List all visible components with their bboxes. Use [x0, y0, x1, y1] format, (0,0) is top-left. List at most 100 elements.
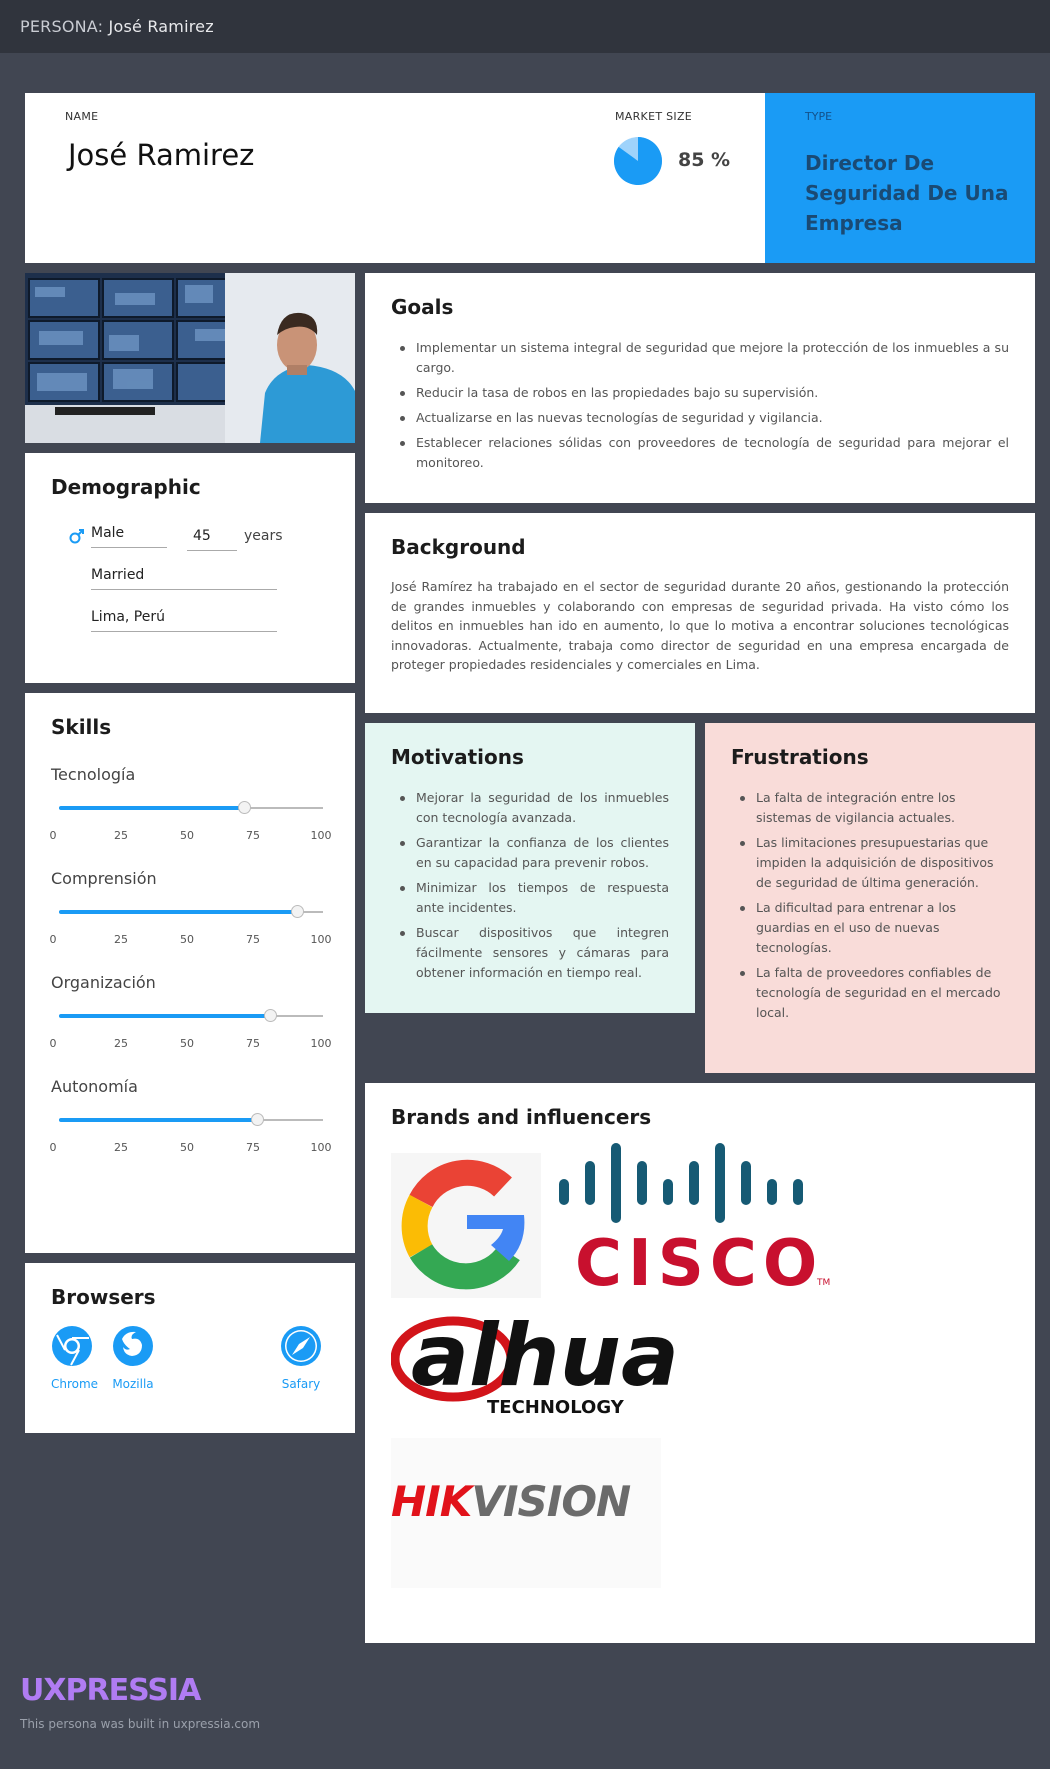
slider-fill — [59, 910, 297, 914]
safari-icon — [281, 1326, 321, 1366]
browser-safari: Safary — [279, 1325, 323, 1391]
market-size-value: 85 % — [678, 149, 731, 171]
list-item: Buscar dispositivos que integren fácilme… — [391, 923, 669, 983]
slider-fill — [59, 806, 244, 810]
type-label: TYPE — [805, 110, 833, 123]
browsers-title: Browsers — [51, 1285, 156, 1309]
browser-chrome: Chrome — [51, 1325, 99, 1391]
slider-ticks: 0 25 50 75 100 — [49, 1141, 332, 1155]
age-value: 45 — [193, 528, 211, 544]
market-size-label: MARKET SIZE — [615, 110, 693, 123]
cisco-logo: CISCO TM — [559, 1143, 830, 1293]
browsers-card: Browsers Chrome Mozilla Safary — [25, 1263, 355, 1433]
gender-value: Male — [91, 525, 125, 541]
location-value: Lima, Perú — [91, 609, 165, 625]
marital-status-value: Married — [91, 567, 145, 583]
chrome-icon — [52, 1326, 92, 1366]
skill-slider: Autonomía 0 25 50 75 100 — [50, 1077, 332, 1154]
browser-mozilla: Mozilla — [109, 1325, 157, 1391]
age-field[interactable]: 45 — [187, 528, 237, 551]
slider-ticks: 0 25 50 75 100 — [50, 829, 332, 843]
skill-slider: Organización 0 25 50 75 100 — [50, 973, 332, 1050]
location-field[interactable]: Lima, Perú — [91, 609, 277, 632]
list-item: Establecer relaciones sólidas con provee… — [391, 433, 1009, 473]
persona-full-name: José Ramirez — [68, 138, 255, 172]
tick-label: 25 — [114, 1037, 128, 1050]
svg-text:HIKVISION: HIKVISION — [391, 1477, 631, 1526]
slider-ticks: 0 25 50 75 100 — [49, 933, 332, 947]
skill-name: Tecnología — [51, 765, 136, 784]
list-item: Reducir la tasa de robos en las propieda… — [391, 383, 1009, 403]
list-item: Mejorar la seguridad de los inmuebles co… — [391, 788, 669, 828]
slider-handle[interactable] — [290, 905, 304, 918]
skill-name: Organización — [51, 973, 156, 992]
list-item: Actualizarse en las nuevas tecnologías d… — [391, 408, 1009, 428]
slider-track[interactable] — [59, 1113, 323, 1126]
hikvision-logo: HIKVISION — [391, 1438, 661, 1588]
dahua-logo: alhua TECHNOLOGY — [391, 1307, 679, 1417]
slider-handle[interactable] — [237, 801, 251, 814]
skill-name: Autonomía — [51, 1077, 138, 1096]
tick-label: 100 — [310, 1141, 332, 1154]
skills-card: Skills Tecnología 0 25 50 75 100 Comprensión 0 2… — [25, 693, 355, 1253]
browser-label: Safary — [281, 1377, 321, 1391]
motivations-title: Motivations — [391, 745, 524, 769]
uxpressia-logo[interactable]: UXPRESSIA — [20, 1673, 201, 1708]
skill-name: Comprensión — [51, 869, 157, 888]
browser-label: Chrome — [51, 1377, 99, 1391]
list-item: La dificultad para entrenar a los guardi… — [731, 898, 1009, 958]
brands-title: Brands and influencers — [391, 1105, 652, 1129]
market-size-pie — [614, 137, 662, 185]
slider-handle[interactable] — [251, 1113, 264, 1126]
svg-text:TECHNOLOGY: TECHNOLOGY — [487, 1397, 625, 1417]
tick-label: 25 — [114, 933, 128, 946]
tick-label: 25 — [114, 1141, 128, 1154]
list-item: La falta de integración entre los sistem… — [731, 788, 1009, 828]
firefox-icon — [113, 1326, 153, 1366]
slider-track[interactable] — [59, 905, 323, 918]
background-title: Background — [391, 535, 526, 559]
marital-status-field[interactable]: Married — [91, 567, 277, 590]
persona-name: José Ramirez — [108, 17, 214, 36]
demographic-title: Demographic — [51, 475, 201, 499]
persona-photo — [25, 273, 355, 443]
frustrations-list: La falta de integración entre los sistem… — [731, 788, 1009, 1028]
slider-ticks: 0 25 50 75 100 — [49, 1037, 332, 1051]
tick-label: 50 — [180, 933, 194, 946]
tick-label: 100 — [310, 933, 332, 946]
svg-text:alhua: alhua — [411, 1307, 679, 1406]
slider-track[interactable] — [59, 801, 323, 814]
browser-label: Mozilla — [112, 1377, 154, 1391]
list-item: Las limitaciones presupuestarias que imp… — [731, 833, 1009, 893]
tick-label: 0 — [49, 933, 57, 946]
frustrations-card: Frustrations La falta de integración ent… — [705, 723, 1035, 1073]
goals-title: Goals — [391, 295, 454, 319]
slider-fill — [59, 1014, 271, 1018]
skills-title: Skills — [51, 715, 112, 739]
tick-label: 50 — [180, 1141, 194, 1154]
type-value: Director De Seguridad De Una Empresa — [805, 151, 1009, 235]
slider-track[interactable] — [59, 1009, 323, 1022]
motivations-card: Motivations Mejorar la seguridad de los … — [365, 723, 695, 1013]
brands-card: Brands and influencers CISCO TM alhua TE — [365, 1083, 1035, 1643]
gender-field[interactable]: Male — [91, 525, 167, 548]
persona-prefix: PERSONA: — [20, 17, 104, 36]
age-unit: years — [244, 528, 283, 544]
tick-label: 50 — [180, 829, 194, 842]
slider-handle[interactable] — [264, 1009, 278, 1022]
tick-label: 25 — [114, 829, 128, 842]
goals-card: Goals Implementar un sistema integral de… — [365, 273, 1035, 503]
list-item: Implementar un sistema integral de segur… — [391, 338, 1009, 378]
slider-fill — [59, 1118, 257, 1122]
tick-label: 100 — [310, 829, 332, 842]
goals-list: Implementar un sistema integral de segur… — [391, 338, 1009, 478]
top-bar: PERSONA: José Ramirez — [0, 0, 1050, 53]
male-icon — [69, 529, 84, 544]
tick-label: 0 — [49, 1037, 57, 1050]
tick-label: 75 — [246, 829, 260, 842]
persona-type: TYPE Director De Seguridad De Una Empres… — [765, 93, 1035, 263]
list-item: Garantizar la confianza de los clientes … — [391, 833, 669, 873]
demographic-card: Demographic Male 45 years Married Lima, … — [25, 453, 355, 683]
tick-label: 0 — [49, 1141, 57, 1154]
skill-slider: Comprensión 0 25 50 75 100 — [50, 869, 332, 946]
